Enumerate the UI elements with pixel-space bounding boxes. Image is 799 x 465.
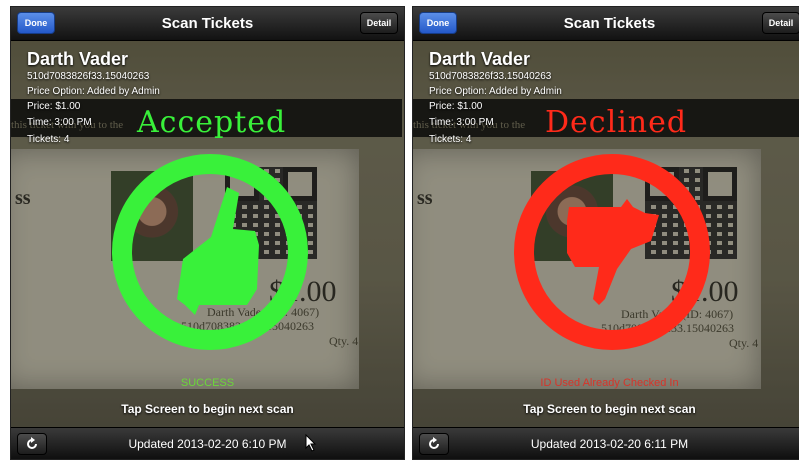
updated-timestamp: Updated 2013-02-20 6:11 PM [530,437,689,451]
thumbs-down-icon [514,154,710,350]
tickets-count: Tickets: 4 [429,134,472,145]
price: Price: $1.00 [27,101,81,112]
scan-screen-accepted[interactable]: this ticket with you to the ss $1.00 Dar… [10,6,405,460]
nav-title: Scan Tickets [563,15,656,32]
attendee-name: Darth Vader [27,49,129,69]
navigation-bar: Done Scan Tickets Detail [11,7,404,41]
price-option: Price Option: Added by Admin [27,86,160,97]
bottom-toolbar: Updated 2013-02-20 6:10 PM [11,427,404,459]
mouse-cursor-icon [305,434,317,452]
tap-instruction[interactable]: Tap Screen to begin next scan [413,402,799,416]
thumbs-up-icon [112,154,308,350]
result-text: ID Used Already Checked In [540,377,679,389]
scan-screen-declined[interactable]: this ticket with you to the ss $1.00 Dar… [412,6,799,460]
status-word: Accepted [137,105,287,140]
result-text: SUCCESS [180,377,235,389]
tap-instruction[interactable]: Tap Screen to begin next scan [11,402,404,416]
tickets-count: Tickets: 4 [27,134,70,145]
attendee-name: Darth Vader [429,49,531,69]
nav-title: Scan Tickets [161,15,254,32]
price-option: Price Option: Added by Admin [429,86,562,97]
detail-button[interactable]: Detail [360,12,398,34]
status-word: Declined [545,105,688,140]
detail-button[interactable]: Detail [762,12,799,34]
ticket-id: 510d7083826f33.15040263 [429,71,552,82]
bottom-toolbar: Updated 2013-02-20 6:11 PM [413,427,799,459]
navigation-bar: Done Scan Tickets Detail [413,7,799,41]
updated-timestamp: Updated 2013-02-20 6:10 PM [128,437,287,451]
time: Time: 3:00 PM [27,117,92,128]
ticket-id: 510d7083826f33.15040263 [27,71,150,82]
price: Price: $1.00 [429,101,483,112]
time: Time: 3:00 PM [429,117,494,128]
